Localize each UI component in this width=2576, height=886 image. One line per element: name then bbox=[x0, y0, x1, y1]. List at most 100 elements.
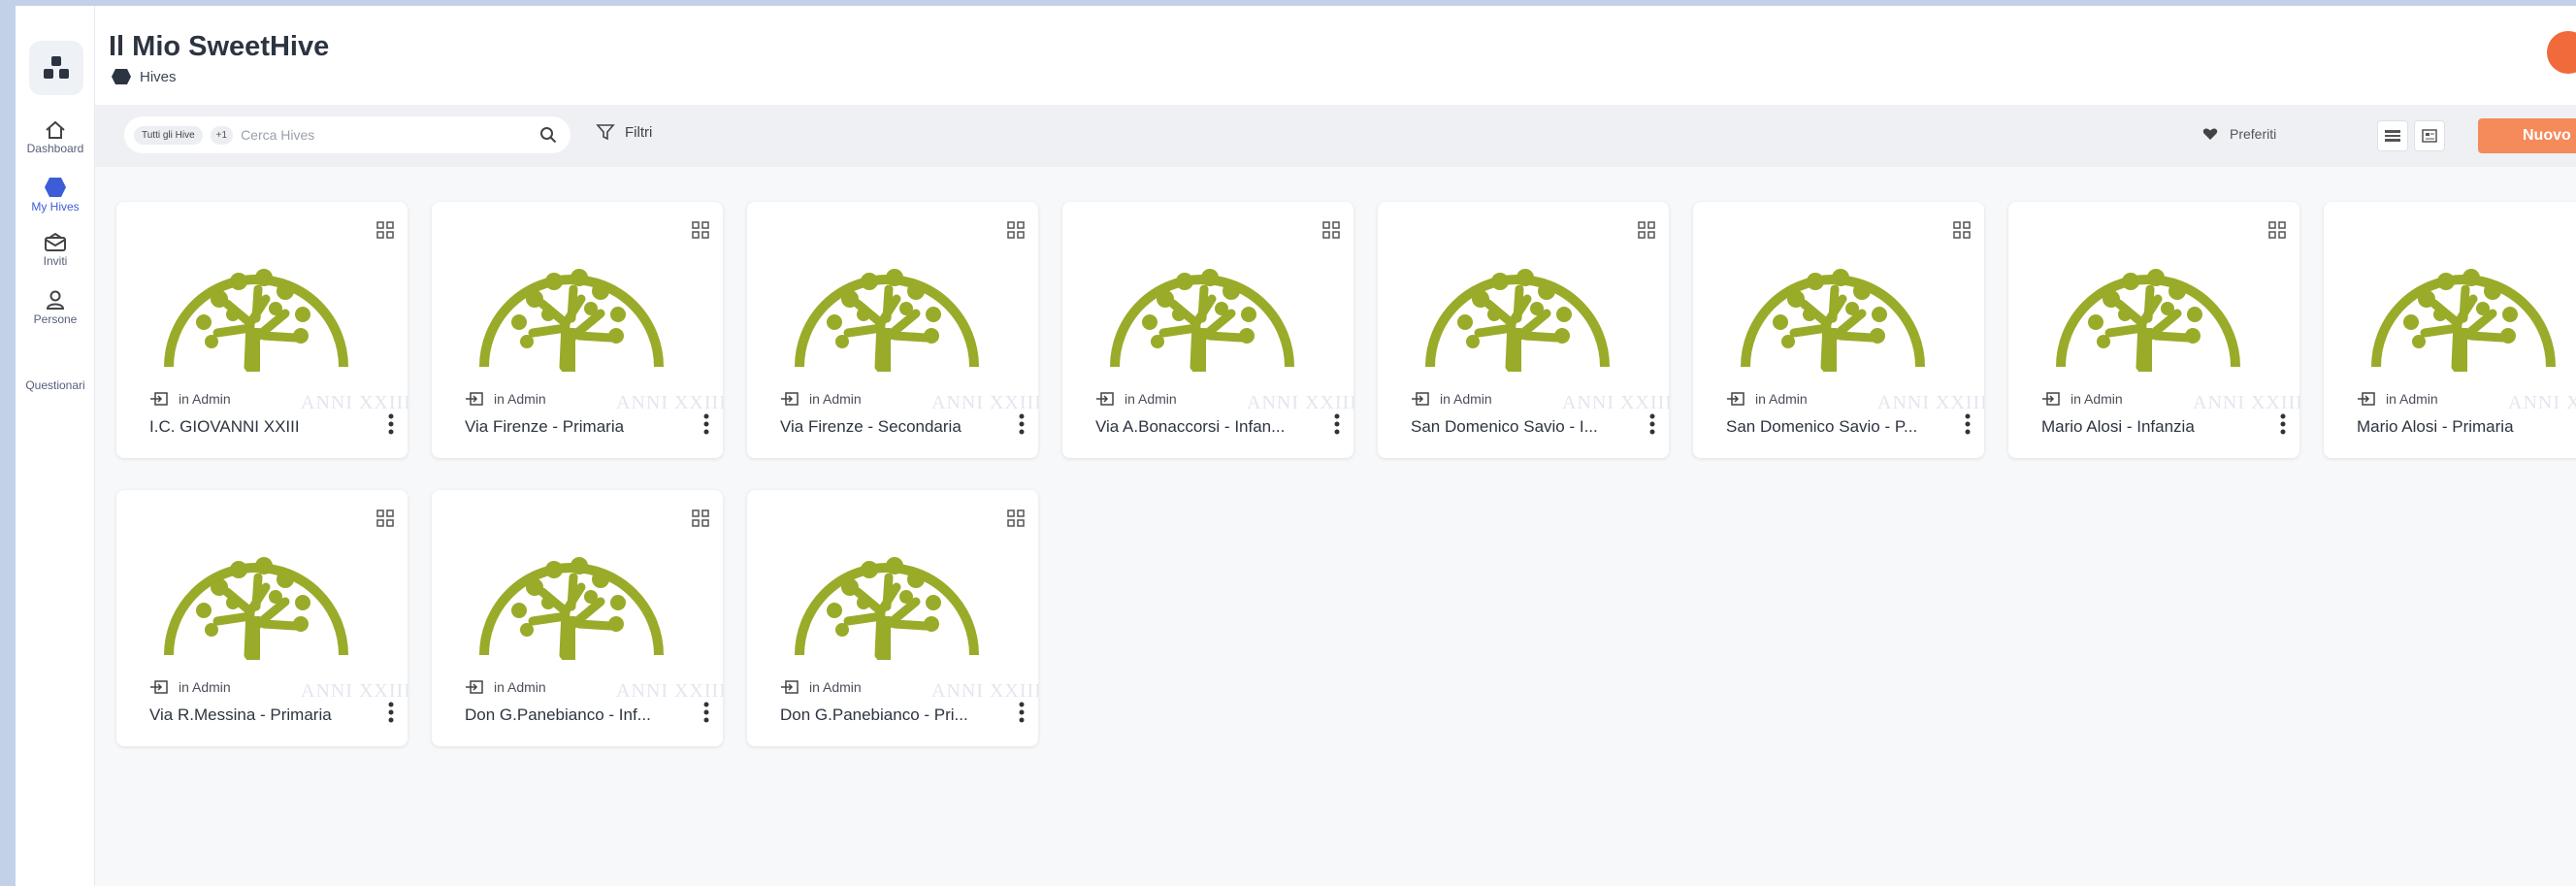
qr-code-icon[interactable] bbox=[1638, 221, 1655, 239]
page-title: Il Mio SweetHive bbox=[109, 31, 330, 62]
sidebar-item-label: My Hives bbox=[31, 200, 80, 213]
hive-role-badge: in Admin bbox=[2357, 391, 2438, 407]
more-options-icon[interactable] bbox=[388, 413, 394, 435]
favorites-button[interactable]: Preferiti bbox=[2202, 126, 2276, 142]
hive-watermark: ANNI XXIII bbox=[931, 392, 1038, 413]
sidebar-item-dashboard[interactable]: Dashboard bbox=[16, 120, 95, 155]
more-options-icon[interactable] bbox=[1965, 413, 1971, 435]
more-options-icon[interactable] bbox=[703, 413, 709, 435]
hive-name: I.C. GIOVANNI XXIII bbox=[149, 417, 300, 436]
hive-role-badge: in Admin bbox=[149, 391, 231, 407]
more-options-icon[interactable] bbox=[2280, 413, 2286, 435]
hive-card[interactable]: ANNI XXIII in Admin San Domenico Savio -… bbox=[1693, 202, 1984, 458]
hive-logo-image bbox=[795, 557, 979, 660]
filters-label: Filtri bbox=[625, 123, 653, 141]
scope-chip[interactable]: Tutti gli Hive bbox=[134, 125, 203, 145]
hive-name: Don G.Panebianco - Inf... bbox=[465, 706, 651, 724]
app-logo[interactable] bbox=[29, 41, 83, 95]
more-options-icon[interactable] bbox=[1334, 413, 1340, 435]
hive-logo-image bbox=[164, 557, 348, 660]
hive-icon bbox=[112, 69, 131, 84]
more-options-icon[interactable] bbox=[1019, 702, 1025, 723]
more-options-icon[interactable] bbox=[388, 702, 394, 723]
qr-code-icon[interactable] bbox=[2268, 221, 2286, 239]
hive-role-badge: in Admin bbox=[2041, 391, 2123, 407]
hive-card[interactable]: ANNI XXIII in Admin Via R.Messina - Prim… bbox=[116, 490, 408, 746]
qr-code-icon[interactable] bbox=[1953, 221, 1971, 239]
hive-card[interactable]: ANNI XXIII in Admin Mario Alosi - Infanz… bbox=[2008, 202, 2299, 458]
hive-logo-image bbox=[1110, 269, 1294, 372]
person-icon bbox=[46, 290, 65, 310]
hive-name: San Domenico Savio - P... bbox=[1726, 417, 1918, 436]
qr-code-icon[interactable] bbox=[1322, 221, 1340, 239]
qr-code-icon[interactable] bbox=[692, 221, 709, 239]
hive-role-badge: in Admin bbox=[465, 391, 546, 407]
more-options-icon[interactable] bbox=[703, 702, 709, 723]
admin-enter-icon bbox=[781, 392, 799, 406]
sidebar-item-label: Inviti bbox=[43, 254, 68, 268]
hive-card[interactable]: ANNI XXIII in Admin San Domenico Savio -… bbox=[1378, 202, 1669, 458]
sidebar-item-label: Dashboard bbox=[26, 142, 84, 155]
logo-icon bbox=[44, 56, 69, 79]
sidebar-item-my-hives[interactable]: My Hives bbox=[16, 177, 95, 213]
hive-role-badge: in Admin bbox=[465, 679, 546, 695]
hive-name: Mario Alosi - Infanzia bbox=[2041, 417, 2195, 436]
hive-watermark: ANNI XXIII bbox=[2508, 392, 2576, 413]
hive-role-label: in Admin bbox=[2071, 391, 2123, 407]
hive-card[interactable]: ANNI XXIII in Admin I.C. GIOVANNI XXIII bbox=[116, 202, 408, 458]
qr-code-icon[interactable] bbox=[376, 509, 394, 527]
qr-code-icon[interactable] bbox=[692, 509, 709, 527]
sidebar-item-inviti[interactable]: Inviti bbox=[16, 233, 95, 268]
hive-logo-image bbox=[2056, 269, 2240, 372]
hive-logo-image bbox=[2371, 269, 2556, 372]
more-options-icon[interactable] bbox=[1649, 413, 1655, 435]
hive-role-badge: in Admin bbox=[149, 679, 231, 695]
qr-code-icon[interactable] bbox=[1007, 221, 1025, 239]
hive-role-label: in Admin bbox=[1440, 391, 1492, 407]
hive-logo-image bbox=[795, 269, 979, 372]
hive-watermark: ANNI XXIII bbox=[931, 680, 1038, 702]
hive-role-badge: in Admin bbox=[1726, 391, 1808, 407]
qr-code-icon[interactable] bbox=[1007, 509, 1025, 527]
list-view-button[interactable] bbox=[2377, 120, 2408, 151]
hive-card[interactable]: ANNI XXIII in Admin Via A.Bonaccorsi - I… bbox=[1062, 202, 1353, 458]
hive-name: Via Firenze - Secondaria bbox=[780, 417, 962, 436]
list-icon bbox=[2385, 130, 2400, 142]
filters-button[interactable]: Filtri bbox=[596, 122, 652, 142]
header: Il Mio SweetHive Hives bbox=[95, 6, 2576, 105]
favorites-label: Preferiti bbox=[2230, 126, 2277, 142]
view-toggle bbox=[2377, 120, 2451, 151]
hive-role-label: in Admin bbox=[809, 391, 862, 407]
hive-role-label: in Admin bbox=[809, 679, 862, 695]
hive-card[interactable]: ANNI XXIII in Admin Don G.Panebianco - P… bbox=[747, 490, 1038, 746]
hive-logo-image bbox=[1741, 269, 1925, 372]
card-view-button[interactable] bbox=[2414, 120, 2445, 151]
hive-card[interactable]: ANNI XXIII in Admin Via Firenze - Second… bbox=[747, 202, 1038, 458]
hive-role-label: in Admin bbox=[179, 679, 231, 695]
hive-role-label: in Admin bbox=[494, 679, 546, 695]
search-input[interactable] bbox=[241, 127, 532, 143]
hive-card[interactable]: ANNI XXIII in Admin Via Firenze - Primar… bbox=[432, 202, 723, 458]
new-hive-button[interactable]: Nuovo Hive bbox=[2478, 118, 2576, 153]
mail-icon bbox=[45, 233, 66, 251]
search-icon[interactable] bbox=[539, 126, 557, 144]
sidebar-item-persone[interactable]: Persone bbox=[16, 289, 95, 326]
hive-watermark: ANNI XXIII bbox=[616, 392, 723, 413]
hive-role-badge: in Admin bbox=[780, 679, 862, 695]
hive-card[interactable]: ANNI XXIII in Admin Mario Alosi - Primar… bbox=[2324, 202, 2576, 458]
card-view-icon bbox=[2422, 129, 2437, 143]
more-options-icon[interactable] bbox=[1019, 413, 1025, 435]
admin-enter-icon bbox=[1727, 392, 1745, 406]
hive-logo-image bbox=[1425, 269, 1610, 372]
breadcrumb[interactable]: Hives bbox=[111, 68, 177, 85]
admin-enter-icon bbox=[2042, 392, 2060, 406]
hive-card[interactable]: ANNI XXIII in Admin Don G.Panebianco - I… bbox=[432, 490, 723, 746]
qr-code-icon[interactable] bbox=[376, 221, 394, 239]
sidebar-item-questionari[interactable]: Questionari bbox=[16, 378, 95, 392]
avatar[interactable] bbox=[2547, 31, 2576, 74]
hive-role-label: in Admin bbox=[1125, 391, 1177, 407]
extra-chip[interactable]: +1 bbox=[210, 125, 234, 145]
hive-watermark: ANNI XXIII bbox=[301, 392, 408, 413]
sidebar-item-label: Persone bbox=[33, 312, 78, 326]
admin-enter-icon bbox=[466, 680, 483, 694]
